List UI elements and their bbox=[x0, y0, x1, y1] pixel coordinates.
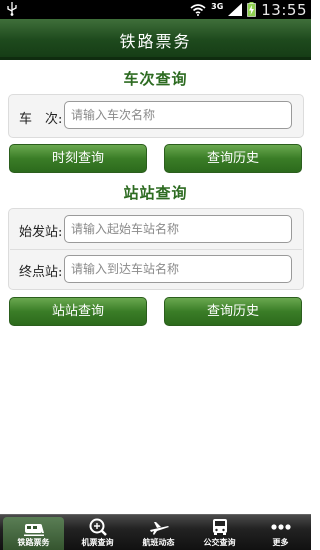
train-number-row: 车 次: bbox=[9, 95, 303, 137]
schedule-query-button[interactable]: 时刻查询 bbox=[9, 144, 147, 173]
tab-label: 航班动态 bbox=[142, 538, 175, 547]
to-station-row: 终点站: bbox=[9, 249, 303, 289]
battery-charging-icon bbox=[247, 2, 257, 17]
clock: 13:55 bbox=[261, 0, 307, 19]
train-query-panel: 车 次: bbox=[8, 94, 304, 138]
bottom-tab-bar: 铁路票务 机票查询 航班动态 公交查询 更多 bbox=[0, 514, 311, 550]
train-icon bbox=[23, 524, 44, 536]
station-query-button[interactable]: 站站查询 bbox=[9, 297, 147, 326]
more-icon bbox=[270, 524, 291, 530]
train-number-label: 车 次: bbox=[19, 112, 63, 127]
usb-icon bbox=[7, 2, 17, 16]
airplane-icon bbox=[149, 522, 169, 535]
plane-search-icon bbox=[89, 518, 107, 536]
station-query-panel: 始发站: 终点站: bbox=[8, 208, 304, 290]
network-type: 3G bbox=[211, 2, 224, 11]
tab-label: 更多 bbox=[272, 538, 289, 547]
train-history-button[interactable]: 查询历史 bbox=[164, 144, 302, 173]
page-title: 铁路票务 bbox=[119, 32, 192, 51]
status-bar: 3G 13:55 bbox=[0, 0, 311, 19]
from-station-row: 始发站: bbox=[9, 209, 303, 249]
wifi-icon bbox=[190, 3, 206, 16]
from-station-input[interactable] bbox=[64, 215, 292, 243]
to-station-label: 终点站: bbox=[19, 265, 63, 280]
tab-more[interactable]: 更多 bbox=[250, 515, 311, 550]
tab-label: 机票查询 bbox=[81, 538, 114, 547]
tab-label: 公交查询 bbox=[203, 538, 236, 547]
bus-icon bbox=[212, 519, 227, 535]
app-title-bar: 铁路票务 bbox=[0, 19, 311, 60]
tab-flight-status[interactable]: 航班动态 bbox=[128, 515, 189, 550]
signal-icon bbox=[228, 3, 243, 16]
tab-flight-tickets[interactable]: 机票查询 bbox=[67, 515, 128, 550]
to-station-input[interactable] bbox=[64, 255, 292, 283]
tab-label: 铁路票务 bbox=[17, 538, 50, 547]
station-query-section-title: 站站查询 bbox=[123, 184, 188, 202]
tab-railway-tickets[interactable]: 铁路票务 bbox=[3, 517, 64, 550]
from-station-label: 始发站: bbox=[19, 225, 63, 240]
train-number-input[interactable] bbox=[64, 101, 292, 129]
station-history-button[interactable]: 查询历史 bbox=[164, 297, 302, 326]
tab-bus-query[interactable]: 公交查询 bbox=[189, 515, 250, 550]
train-query-section-title: 车次查询 bbox=[123, 70, 188, 88]
